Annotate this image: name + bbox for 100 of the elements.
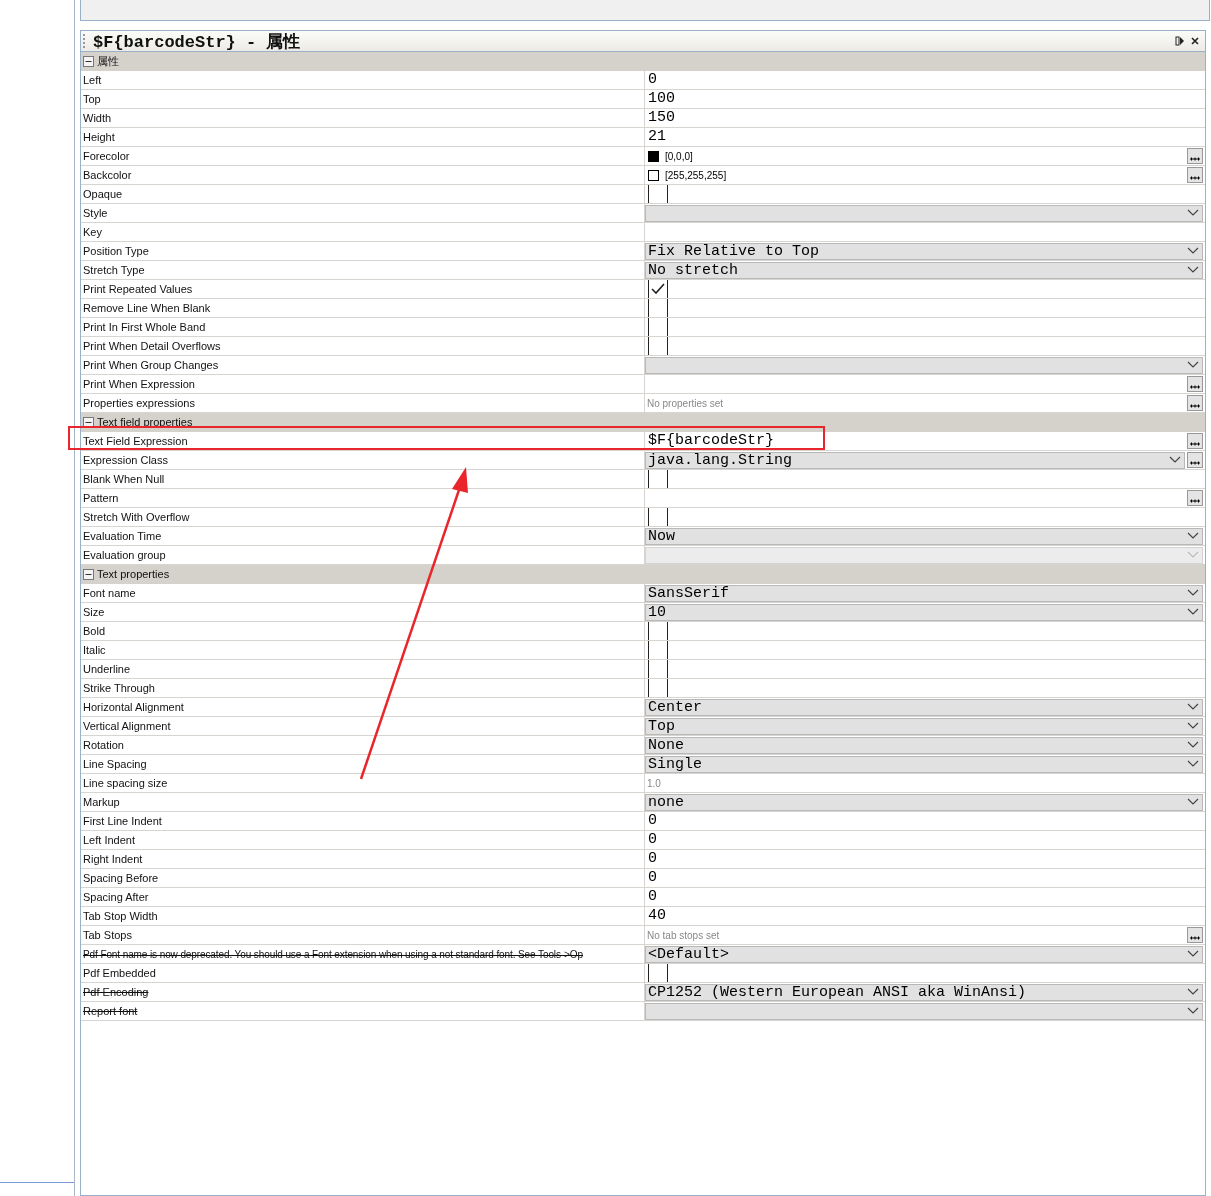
panel-title: $F{barcodeStr} - 属性 [93,31,301,53]
section-header[interactable]: Text field properties [81,413,1205,432]
property-label: Stretch With Overflow [81,508,645,526]
checkbox[interactable] [648,964,668,982]
checkbox[interactable] [648,679,668,697]
section-title: Text field properties [97,416,193,428]
checkbox[interactable] [648,185,668,203]
chevron-down-icon [1187,760,1199,768]
dropdown[interactable]: Fix Relative to Top [645,242,1203,260]
collapse-icon[interactable] [83,568,94,580]
hint-text: No tab stops set [646,929,721,941]
property-label: Top [81,90,645,108]
ellipsis-icon [1190,499,1200,503]
property-label: Key [81,223,645,241]
ellipsis-button[interactable] [1187,148,1203,164]
chevron-down-icon [1187,361,1199,369]
checkbox[interactable] [648,508,668,526]
checkmark-icon [650,282,666,296]
ellipsis-button[interactable] [1187,452,1203,468]
hint-text: 1.0 [646,777,662,789]
property-label: Spacing After [81,888,645,906]
checkbox[interactable] [648,470,668,488]
collapse-icon[interactable] [83,416,94,428]
value-field[interactable]: 100 [645,90,1203,108]
dropdown[interactable]: Single [645,755,1203,773]
dropdown[interactable]: Top [645,717,1203,735]
dropdown[interactable]: CP1252 (Western European ANSI aka WinAnsi) [645,983,1203,1001]
collapse-icon[interactable] [83,55,94,67]
dropdown[interactable]: <Default> [645,945,1203,963]
checkbox[interactable] [648,641,668,659]
property-label: Italic [81,641,645,659]
ellipsis-button[interactable] [1187,376,1203,392]
property-label: Pdf Embedded [81,964,645,982]
section-title: 属性 [97,53,119,69]
checkbox[interactable] [648,337,668,355]
section-header[interactable]: 属性 [81,52,1205,71]
ellipsis-button[interactable] [1187,433,1203,449]
value-field[interactable]: 150 [645,109,1203,127]
value-field[interactable]: 0 [645,850,1203,868]
ellipsis-icon [1190,157,1200,161]
property-label: First Line Indent [81,812,645,830]
property-label: Backcolor [81,166,645,184]
chevron-down-icon [1187,798,1199,806]
property-label: Remove Line When Blank [81,299,645,317]
dropdown[interactable]: none [645,793,1203,811]
dropdown[interactable]: None [645,736,1203,754]
property-label: Print Repeated Values [81,280,645,298]
property-label: Underline [81,660,645,678]
property-label: Height [81,128,645,146]
close-icon[interactable] [1191,37,1199,45]
value-field[interactable]: 0 [645,869,1203,887]
dropdown[interactable]: SansSerif [645,584,1203,602]
value-field[interactable]: 0 [645,831,1203,849]
ellipsis-icon [1190,404,1200,408]
property-label: Width [81,109,645,127]
chevron-down-icon [1187,722,1199,730]
property-label: Properties expressions [81,394,645,412]
dropdown[interactable]: No stretch [645,261,1203,279]
ellipsis-button[interactable] [1187,167,1203,183]
dropdown[interactable]: 10 [645,603,1203,621]
dropdown[interactable]: java.lang.String [645,451,1185,469]
property-label: Print When Detail Overflows [81,337,645,355]
property-label: Spacing Before [81,869,645,887]
property-label: Left [81,71,645,89]
section-header[interactable]: Text properties [81,565,1205,584]
dock-icon[interactable] [1175,36,1185,46]
color-value: [0,0,0] [665,150,693,162]
checkbox[interactable] [648,299,668,317]
section-title: Text properties [97,568,170,580]
ellipsis-button[interactable] [1187,395,1203,411]
dropdown[interactable]: Now [645,527,1203,545]
value-field[interactable]: $F{barcodeStr} [645,432,1185,450]
ellipsis-icon [1190,936,1200,940]
ellipsis-button[interactable] [1187,927,1203,943]
property-label: Strike Through [81,679,645,697]
property-label: Tab Stop Width [81,907,645,925]
ellipsis-icon [1190,385,1200,389]
hint-text: No properties set [646,397,725,409]
value-field[interactable]: 0 [645,888,1203,906]
property-label: Print When Expression [81,375,645,393]
chevron-down-icon [1187,551,1199,559]
ellipsis-icon [1190,461,1200,465]
property-label: Text Field Expression [81,432,645,450]
checkbox[interactable] [648,622,668,640]
value-field[interactable]: 40 [645,907,1203,925]
value-field[interactable]: 0 [645,812,1203,830]
chevron-down-icon [1187,741,1199,749]
color-value: [255,255,255] [665,169,727,181]
value-field[interactable]: 0 [645,71,1203,89]
checkbox[interactable] [648,280,668,298]
value-field[interactable]: 21 [645,128,1203,146]
dropdown[interactable]: Center [645,698,1203,716]
checkbox[interactable] [648,660,668,678]
chevron-down-icon [1187,589,1199,597]
chevron-down-icon [1187,532,1199,540]
chevron-down-icon [1187,266,1199,274]
property-label: Line spacing size [81,774,645,792]
checkbox[interactable] [648,318,668,336]
chevron-down-icon [1187,608,1199,616]
ellipsis-button[interactable] [1187,490,1203,506]
